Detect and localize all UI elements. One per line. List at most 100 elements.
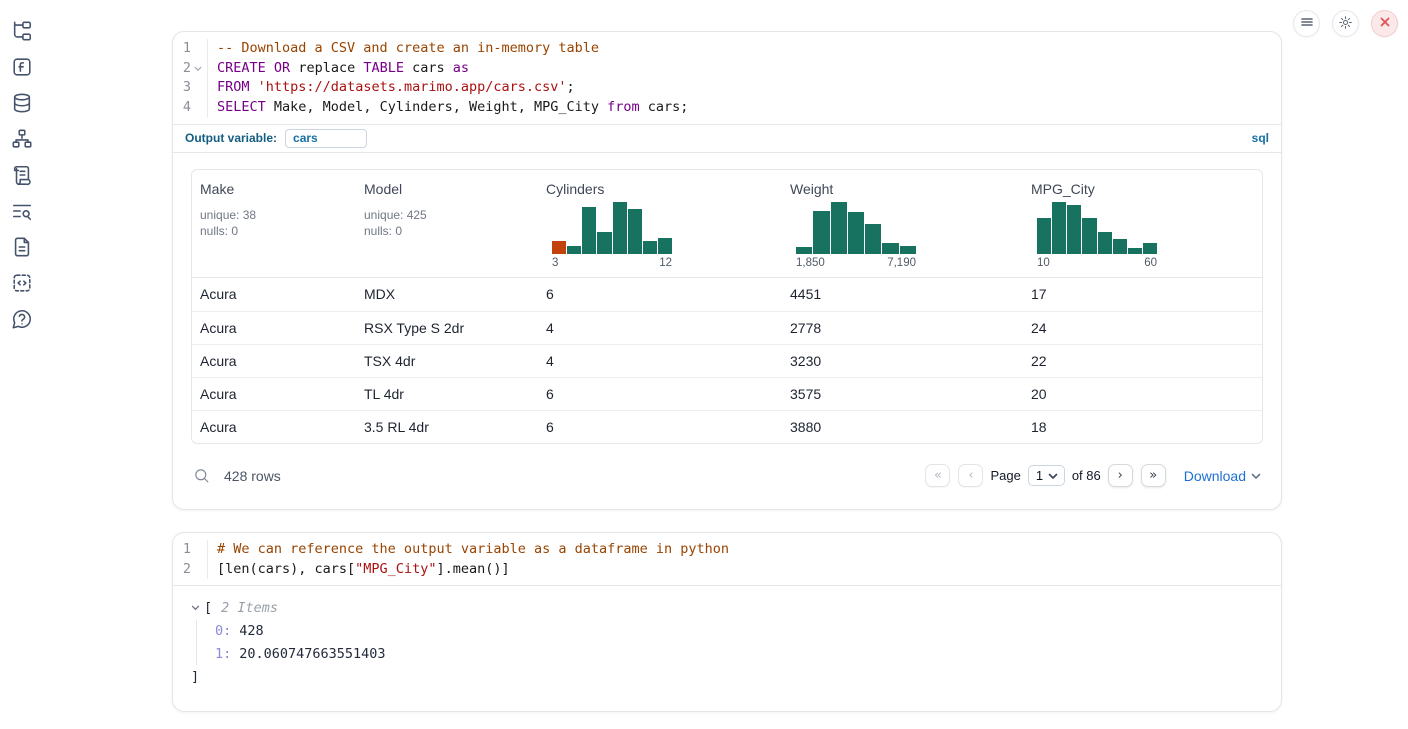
sql-code-line[interactable]: 1-- Download a CSV and create an in-memo… xyxy=(173,39,1281,59)
download-label: Download xyxy=(1184,468,1246,484)
settings-gear-icon xyxy=(1338,15,1353,33)
table-cell: 6 xyxy=(538,286,782,302)
histogram-bar[interactable] xyxy=(552,241,566,254)
table-cell: TL 4dr xyxy=(356,386,538,402)
line-number: 2 xyxy=(173,560,205,580)
histogram-bar[interactable] xyxy=(1113,239,1127,254)
search-icon[interactable] xyxy=(193,467,210,484)
table-header: Makeunique: 38nulls: 0Modelunique: 425nu… xyxy=(192,170,1262,278)
column-header-make[interactable]: Makeunique: 38nulls: 0 xyxy=(192,170,356,277)
column-header-mpg_city[interactable]: MPG_City1060 xyxy=(1023,170,1262,277)
function-square-icon xyxy=(11,56,33,81)
prev-page-button[interactable]: ‹ xyxy=(958,464,983,487)
table-row[interactable]: AcuraRSX Type S 2dr4277824 xyxy=(192,311,1262,344)
page-select[interactable]: 1 xyxy=(1028,465,1065,486)
table-row[interactable]: AcuraMDX6445117 xyxy=(192,278,1262,311)
sidebar-item-variables[interactable] xyxy=(2,50,42,86)
sidebar-item-tracebacks[interactable] xyxy=(2,194,42,230)
table-cell: 4451 xyxy=(782,286,1023,302)
histogram-bar[interactable] xyxy=(658,238,672,254)
fold-chevron-icon[interactable] xyxy=(191,59,205,79)
chevrons-left-icon: « xyxy=(934,468,942,483)
table-cell: 22 xyxy=(1023,353,1262,369)
column-name: Weight xyxy=(790,181,1015,197)
histogram-bar[interactable] xyxy=(865,224,881,254)
histogram-bar[interactable] xyxy=(900,246,916,254)
table-cell: Acura xyxy=(192,353,356,369)
histogram-bar[interactable] xyxy=(1143,243,1157,254)
sidebar-item-dependencies[interactable] xyxy=(2,122,42,158)
sql-code-editor[interactable]: 1-- Download a CSV and create an in-memo… xyxy=(173,32,1281,124)
histogram-bar[interactable] xyxy=(831,202,847,254)
code-text: [len(cars), cars["MPG_City"].mean()] xyxy=(207,560,510,580)
first-page-button[interactable]: « xyxy=(925,464,950,487)
histogram-bar[interactable] xyxy=(1067,205,1081,254)
histogram-bar[interactable] xyxy=(567,246,581,254)
next-page-button[interactable]: › xyxy=(1108,464,1133,487)
table-footer: 428 rows « ‹ Page 1 of 86 › » Download xyxy=(191,444,1263,494)
collapse-chevron-icon[interactable] xyxy=(191,605,204,611)
page-label: Page xyxy=(990,468,1020,483)
histogram-bar[interactable] xyxy=(613,202,627,254)
histogram-bar[interactable] xyxy=(882,243,898,253)
python-code-line[interactable]: 2[len(cars), cars["MPG_City"].mean()] xyxy=(173,560,1281,580)
table-cell: Acura xyxy=(192,286,356,302)
column-stats: unique: 38nulls: 0 xyxy=(200,207,348,239)
histogram-bar[interactable] xyxy=(848,212,864,254)
output-variable-input[interactable] xyxy=(285,129,367,148)
page-total-label: of 86 xyxy=(1072,468,1101,483)
sidebar-item-documentation[interactable] xyxy=(2,230,42,266)
page-select-value: 1 xyxy=(1036,468,1043,483)
histogram-axis-labels: 1060 xyxy=(1037,257,1157,269)
histogram-bar[interactable] xyxy=(796,247,812,254)
sql-code-line[interactable]: 4SELECT Make, Model, Cylinders, Weight, … xyxy=(173,98,1281,118)
last-page-button[interactable]: » xyxy=(1141,464,1166,487)
histogram-bar[interactable] xyxy=(582,207,596,254)
sidebar-item-file-tree[interactable] xyxy=(2,14,42,50)
column-histogram[interactable]: 312 xyxy=(552,202,672,269)
settings-button[interactable] xyxy=(1332,10,1359,37)
column-histogram[interactable]: 1,8507,190 xyxy=(796,202,916,269)
table-row[interactable]: AcuraTL 4dr6357520 xyxy=(192,377,1262,410)
sidebar-item-chat[interactable] xyxy=(2,302,42,338)
histogram-bar[interactable] xyxy=(628,209,642,254)
code-text: # We can reference the output variable a… xyxy=(207,540,729,560)
python-code-line[interactable]: 1# We can reference the output variable … xyxy=(173,540,1281,560)
download-button[interactable]: Download xyxy=(1184,467,1261,485)
table-row[interactable]: AcuraTSX 4dr4323022 xyxy=(192,344,1262,377)
line-number: 3 xyxy=(173,78,205,98)
table-cell: 6 xyxy=(538,386,782,402)
column-header-cylinders[interactable]: Cylinders312 xyxy=(538,170,782,277)
sidebar-item-logs[interactable] xyxy=(2,158,42,194)
list-search-icon xyxy=(11,200,33,225)
table-cell: 4 xyxy=(538,320,782,336)
menu-button[interactable] xyxy=(1293,10,1320,37)
histogram-bar[interactable] xyxy=(597,232,611,254)
tree-entries: 0:4281:20.060747663551403 xyxy=(196,620,1263,665)
histogram-bar[interactable] xyxy=(1052,202,1066,254)
histogram-bar[interactable] xyxy=(813,211,829,254)
histogram-bar[interactable] xyxy=(1037,218,1051,254)
sql-code-line[interactable]: 3FROM 'https://datasets.marimo.app/cars.… xyxy=(173,78,1281,98)
sql-code-line[interactable]: 2CREATE OR replace TABLE cars as xyxy=(173,59,1281,79)
sidebar-item-datasources[interactable] xyxy=(2,86,42,122)
histogram-bar[interactable] xyxy=(643,241,657,254)
column-header-weight[interactable]: Weight 1,8507,190 xyxy=(782,170,1023,277)
histogram-bar[interactable] xyxy=(1128,248,1142,254)
histogram-axis-labels: 312 xyxy=(552,257,672,269)
shutdown-button[interactable] xyxy=(1371,10,1398,37)
column-header-model[interactable]: Modelunique: 425nulls: 0 xyxy=(356,170,538,277)
table-cell: TSX 4dr xyxy=(356,353,538,369)
python-cell: 1# We can reference the output variable … xyxy=(172,532,1282,712)
python-code-editor[interactable]: 1# We can reference the output variable … xyxy=(173,533,1281,585)
histogram-bar[interactable] xyxy=(1082,218,1096,254)
helper-panel-sidebar xyxy=(0,14,44,338)
table-row[interactable]: Acura3.5 RL 4dr6388018 xyxy=(192,410,1262,443)
tree-root-row[interactable]: [ 2 Items xyxy=(191,600,1263,616)
histogram-bar[interactable] xyxy=(1098,232,1112,254)
help-chat-icon xyxy=(11,308,33,333)
column-histogram[interactable]: 1060 xyxy=(1037,202,1157,269)
language-badge[interactable]: sql xyxy=(1252,131,1269,145)
table-cell: RSX Type S 2dr xyxy=(356,320,538,336)
sidebar-item-snippets[interactable] xyxy=(2,266,42,302)
